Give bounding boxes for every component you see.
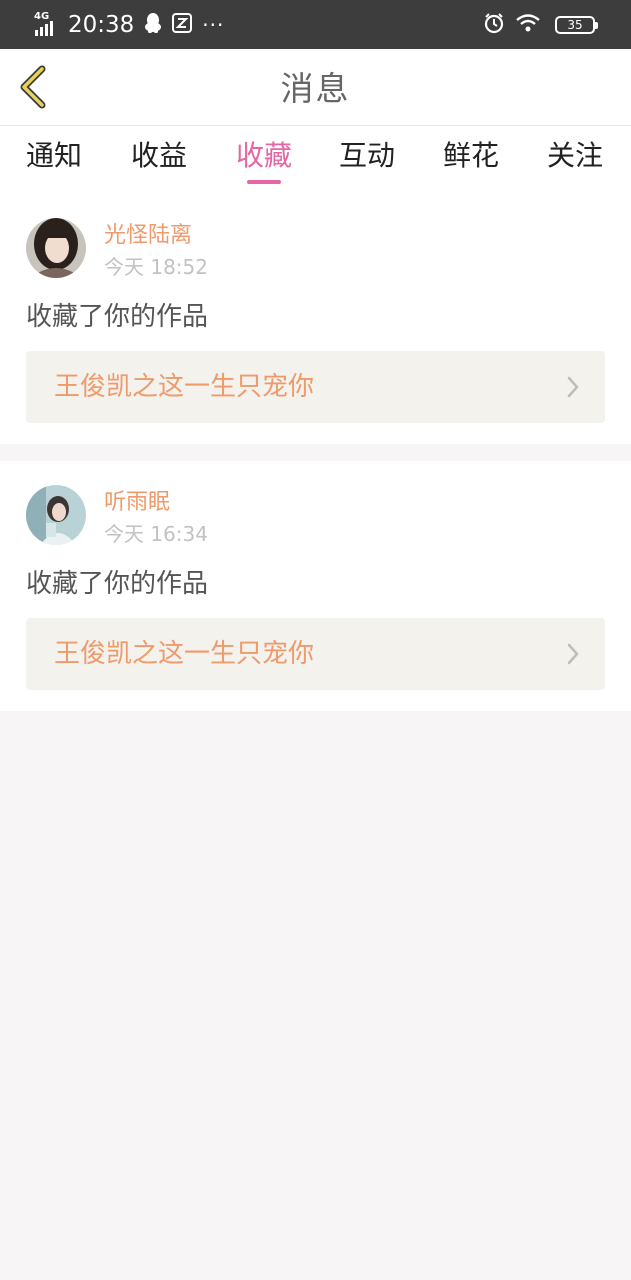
- status-bar: 4G 20:38 ··· 35: [0, 0, 631, 49]
- list-item: 光怪陆离 今天 18:52 收藏了你的作品 王俊凯之这一生只宠你: [0, 194, 631, 444]
- tab-bar: 通知 收益 收藏 互动 鲜花 关注: [0, 126, 631, 194]
- status-time: 20:38: [68, 12, 135, 38]
- message-text: 收藏了你的作品: [26, 569, 209, 599]
- work-title: 王俊凯之这一生只宠你: [54, 639, 315, 669]
- username[interactable]: 听雨眠: [104, 489, 170, 517]
- tab-interactions[interactable]: 互动: [327, 134, 407, 178]
- page-title: 消息: [280, 69, 351, 108]
- work-link[interactable]: 王俊凯之这一生只宠你: [26, 351, 605, 423]
- network-type: 4G: [34, 11, 50, 22]
- status-right: 35: [483, 12, 598, 38]
- message-time: 今天 18:52: [104, 255, 208, 279]
- qq-icon: [144, 12, 162, 38]
- avatar[interactable]: [26, 218, 86, 278]
- alarm-icon: [483, 12, 505, 38]
- app-notification-icon: [172, 13, 193, 37]
- battery-icon: 35: [555, 16, 598, 34]
- tab-follows[interactable]: 关注: [535, 134, 615, 178]
- message-text: 收藏了你的作品: [26, 302, 209, 332]
- avatar[interactable]: [26, 485, 86, 545]
- work-link[interactable]: 王俊凯之这一生只宠你: [26, 618, 605, 690]
- tab-earnings[interactable]: 收益: [119, 134, 199, 178]
- list-item: 听雨眠 今天 16:34 收藏了你的作品 王俊凯之这一生只宠你: [0, 461, 631, 711]
- tab-flowers[interactable]: 鲜花: [431, 134, 511, 178]
- tab-notifications[interactable]: 通知: [14, 134, 94, 178]
- chevron-right-icon: [567, 376, 579, 398]
- signal-icon: 4G: [34, 12, 62, 38]
- tab-favorites[interactable]: 收藏: [224, 134, 304, 178]
- message-time: 今天 16:34: [104, 522, 208, 546]
- work-title: 王俊凯之这一生只宠你: [54, 372, 315, 402]
- username[interactable]: 光怪陆离: [104, 222, 192, 250]
- top-nav-bar: 消息: [0, 49, 631, 126]
- status-left: 4G 20:38 ···: [34, 10, 224, 40]
- more-notifications-icon: ···: [202, 13, 225, 37]
- chevron-right-icon: [567, 643, 579, 665]
- wifi-icon: [515, 13, 541, 37]
- active-tab-indicator: [247, 180, 281, 184]
